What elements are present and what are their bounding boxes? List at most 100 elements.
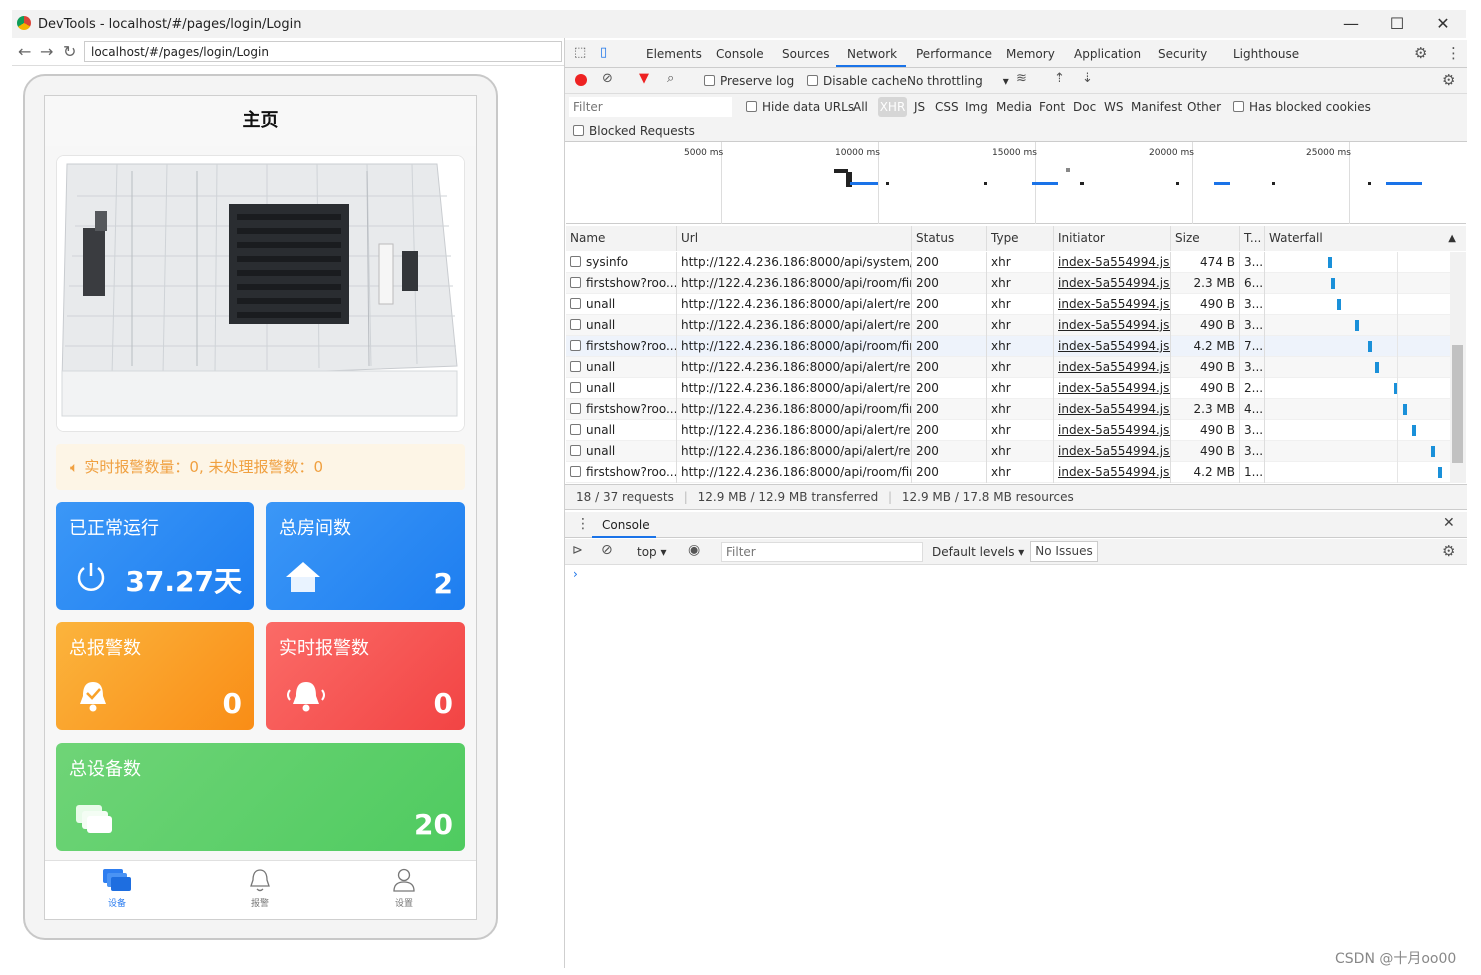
filter-type-css[interactable]: CSS: [935, 100, 959, 114]
more-options-icon[interactable]: ⋮: [1446, 44, 1461, 62]
filter-type-doc[interactable]: Doc: [1073, 100, 1096, 114]
throttling-select[interactable]: No throttling ▾: [907, 74, 1009, 88]
hide-data-urls-checkbox[interactable]: Hide data URLs: [746, 100, 854, 114]
device-toolbar-icon[interactable]: ▯: [600, 45, 607, 60]
drawer-menu-icon[interactable]: ⋮: [576, 516, 590, 532]
tab-devices[interactable]: 设备: [87, 867, 147, 909]
network-filter-input[interactable]: [569, 97, 732, 117]
issues-button[interactable]: No Issues: [1030, 541, 1098, 562]
cell-initiator[interactable]: index-5a554994.js:6: [1054, 252, 1171, 273]
cell-initiator[interactable]: index-5a554994.js:6: [1054, 315, 1171, 336]
tab-security[interactable]: Security: [1158, 47, 1207, 61]
filter-type-all[interactable]: All: [853, 100, 868, 114]
room-3d-view[interactable]: [56, 155, 465, 432]
table-row[interactable]: unall http://122.4.236.186:8000/api/alert…: [566, 294, 1450, 315]
col-url[interactable]: Url: [677, 226, 912, 251]
tab-application[interactable]: Application: [1074, 47, 1141, 61]
context-select[interactable]: top ▾: [637, 545, 667, 559]
sidebar-toggle-icon[interactable]: ⊳: [572, 543, 583, 558]
tab-network[interactable]: Network: [847, 47, 897, 61]
table-row[interactable]: firstshow?roo... http://122.4.236.186:800…: [566, 462, 1450, 483]
clear-console-icon[interactable]: ⊘: [601, 542, 613, 558]
table-row[interactable]: firstshow?roo... http://122.4.236.186:800…: [566, 273, 1450, 294]
tab-elements[interactable]: Elements: [646, 47, 702, 61]
scrollbar-thumb[interactable]: [1452, 345, 1463, 463]
log-levels-select[interactable]: Default levels ▾: [932, 545, 1024, 559]
settings-gear-icon[interactable]: ⚙: [1414, 44, 1427, 62]
minimize-button[interactable]: —: [1328, 12, 1374, 36]
table-row[interactable]: sysinfo http://122.4.236.186:8000/api/sys…: [566, 252, 1450, 273]
cell-initiator[interactable]: index-5a554994.js:6: [1054, 441, 1171, 462]
tab-settings[interactable]: 设置: [374, 867, 434, 909]
back-arrow-icon[interactable]: ←: [18, 42, 31, 61]
maximize-button[interactable]: ☐: [1374, 12, 1420, 36]
col-waterfall[interactable]: Waterfall ▲: [1265, 226, 1466, 251]
table-row[interactable]: unall http://122.4.236.186:8000/api/alert…: [566, 420, 1450, 441]
table-row[interactable]: unall http://122.4.236.186:8000/api/alert…: [566, 378, 1450, 399]
total-alarm-tile[interactable]: 总报警数 0: [56, 622, 254, 730]
cell-waterfall: [1265, 252, 1449, 273]
device-count-tile[interactable]: 总设备数 20: [56, 743, 465, 851]
import-har-icon[interactable]: ⇡: [1054, 71, 1065, 86]
tab-performance[interactable]: Performance: [916, 47, 992, 61]
filter-type-other[interactable]: Other: [1187, 100, 1221, 114]
close-window-button[interactable]: ✕: [1420, 12, 1466, 36]
cell-initiator[interactable]: index-5a554994.js:6: [1054, 294, 1171, 315]
uptime-tile[interactable]: 已正常运行 37.27天: [56, 502, 254, 610]
col-name[interactable]: Name: [566, 226, 677, 251]
table-row[interactable]: unall http://122.4.236.186:8000/api/alert…: [566, 357, 1450, 378]
filter-type-xhr[interactable]: XHR: [878, 97, 907, 117]
table-row[interactable]: unall http://122.4.236.186:8000/api/alert…: [566, 315, 1450, 336]
table-row[interactable]: unall http://122.4.236.186:8000/api/alert…: [566, 441, 1450, 462]
network-overview-timeline[interactable]: 5000 ms 10000 ms 15000 ms 20000 ms 25000…: [566, 142, 1466, 224]
preserve-log-checkbox[interactable]: Preserve log: [704, 74, 794, 88]
url-input[interactable]: localhost/#/pages/login/Login: [84, 41, 562, 62]
col-type[interactable]: Type: [987, 226, 1054, 251]
cell-initiator[interactable]: index-5a554994.js:6: [1054, 357, 1171, 378]
cell-initiator[interactable]: index-5a554994.js:6: [1054, 336, 1171, 357]
has-blocked-cookies-checkbox[interactable]: Has blocked cookies: [1233, 100, 1371, 114]
table-row[interactable]: firstshow?roo... http://122.4.236.186:800…: [566, 336, 1450, 357]
filter-type-js[interactable]: JS: [914, 100, 925, 114]
tab-sources[interactable]: Sources: [782, 47, 829, 61]
cell-initiator[interactable]: index-5a554994.js:6: [1054, 462, 1171, 483]
tab-lighthouse[interactable]: Lighthouse: [1233, 47, 1299, 61]
drawer-tab-console[interactable]: Console: [602, 518, 650, 532]
close-drawer-icon[interactable]: ✕: [1443, 515, 1455, 531]
filter-type-manifest[interactable]: Manifest: [1131, 100, 1182, 114]
reload-icon[interactable]: ↻: [63, 42, 76, 61]
cell-initiator[interactable]: index-5a554994.js:6: [1054, 399, 1171, 420]
forward-arrow-icon[interactable]: →: [40, 42, 53, 61]
table-row[interactable]: firstshow?roo... http://122.4.236.186:800…: [566, 399, 1450, 420]
cell-initiator[interactable]: index-5a554994.js:6: [1054, 273, 1171, 294]
col-status[interactable]: Status: [912, 226, 987, 251]
console-filter-input[interactable]: [721, 542, 923, 562]
eye-icon[interactable]: ◉: [688, 542, 700, 558]
clear-icon[interactable]: ⊘: [602, 71, 613, 86]
room-count-tile[interactable]: 总房间数 2: [266, 502, 465, 610]
search-icon[interactable]: ⌕: [667, 71, 674, 86]
filter-funnel-icon[interactable]: ▼: [639, 71, 649, 86]
export-har-icon[interactable]: ⇣: [1082, 71, 1093, 86]
col-time[interactable]: T...: [1240, 226, 1265, 251]
cell-initiator[interactable]: index-5a554994.js:6: [1054, 420, 1171, 441]
inspect-element-icon[interactable]: ⬚: [574, 45, 586, 60]
filter-type-media[interactable]: Media: [996, 100, 1032, 114]
tab-alarms[interactable]: 报警: [230, 867, 290, 909]
realtime-alarm-tile[interactable]: 实时报警数 0: [266, 622, 465, 730]
cell-initiator[interactable]: index-5a554994.js:6: [1054, 378, 1171, 399]
blocked-requests-checkbox[interactable]: Blocked Requests: [573, 124, 695, 138]
console-prompt-icon[interactable]: ›: [573, 567, 578, 581]
col-size[interactable]: Size: [1171, 226, 1240, 251]
console-settings-icon[interactable]: ⚙: [1442, 542, 1455, 560]
network-settings-icon[interactable]: ⚙: [1442, 71, 1455, 89]
tab-console[interactable]: Console: [716, 47, 764, 61]
col-initiator[interactable]: Initiator: [1054, 226, 1171, 251]
filter-type-img[interactable]: Img: [965, 100, 988, 114]
disable-cache-checkbox[interactable]: Disable cache: [807, 74, 907, 88]
tab-memory[interactable]: Memory: [1006, 47, 1055, 61]
record-icon[interactable]: [575, 74, 587, 86]
filter-type-ws[interactable]: WS: [1104, 100, 1123, 114]
filter-type-font[interactable]: Font: [1039, 100, 1065, 114]
network-conditions-icon[interactable]: ≋: [1016, 71, 1027, 86]
